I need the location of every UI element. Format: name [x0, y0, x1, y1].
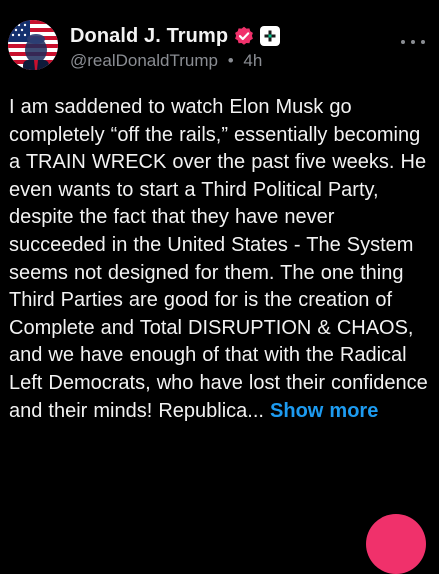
- post-body: I am saddened to watch Elon Musk go comp…: [9, 94, 429, 425]
- avatar[interactable]: [8, 20, 58, 70]
- separator: •: [227, 51, 234, 70]
- compose-fab[interactable]: [366, 514, 426, 574]
- post: Donald J. Trump @realDonaldTrump • 4h I …: [0, 0, 439, 574]
- handle-row: @realDonaldTrump • 4h: [70, 51, 262, 71]
- timestamp[interactable]: 4h: [243, 51, 262, 70]
- plus-badge-icon: [260, 26, 281, 46]
- ellipsis-icon[interactable]: [401, 34, 425, 50]
- post-body-text: I am saddened to watch Elon Musk go comp…: [9, 96, 428, 422]
- show-more-link[interactable]: Show more: [270, 400, 378, 422]
- display-name[interactable]: Donald J. Trump: [70, 25, 228, 48]
- american-flag-portrait-avatar: [8, 20, 58, 70]
- author-name-row: Donald J. Trump: [70, 22, 281, 50]
- verified-badge-icon: [234, 26, 254, 46]
- handle[interactable]: @realDonaldTrump: [70, 51, 218, 70]
